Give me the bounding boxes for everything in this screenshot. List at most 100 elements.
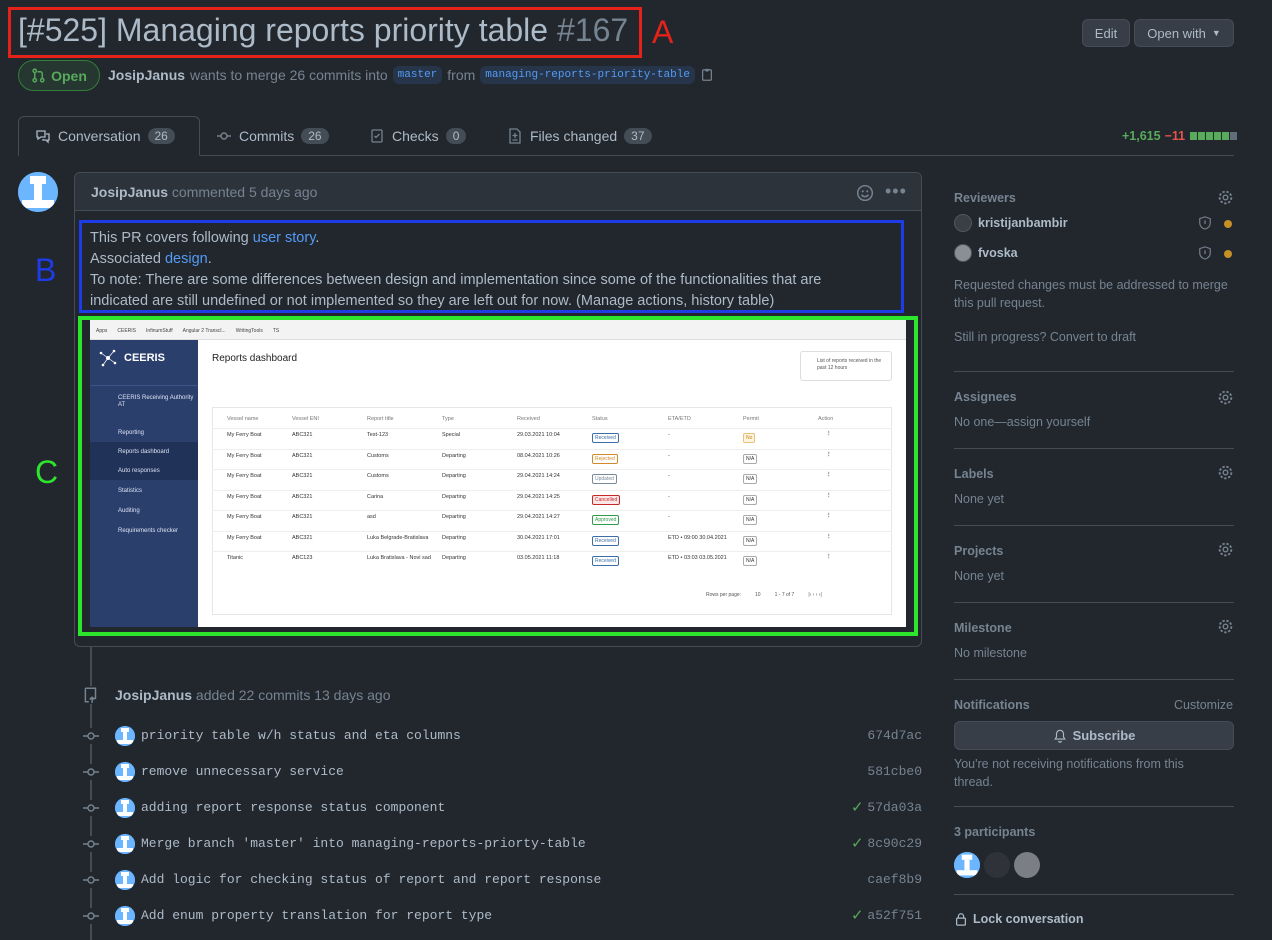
participant-avatar[interactable] [954, 852, 980, 878]
lock-conversation-label: Lock conversation [973, 912, 1084, 926]
tab-files-changed[interactable]: Files changed 37 [491, 116, 668, 156]
kebab-horizontal-icon[interactable]: ••• [885, 181, 907, 202]
user-story-link[interactable]: user story [253, 230, 316, 246]
pr-state-label: Open [51, 67, 87, 84]
commit-sha-link[interactable]: a52f751 [840, 908, 922, 923]
comment-discussion-icon [36, 130, 50, 144]
edit-button[interactable]: Edit [1082, 19, 1130, 47]
event-author[interactable]: JosipJanus [115, 687, 192, 703]
comment-line-2-text: Associated [90, 251, 165, 267]
copy-icon[interactable] [700, 68, 714, 82]
tab-conversation-count: 26 [147, 128, 175, 144]
shield-icon [1199, 246, 1211, 260]
commit-node-icon [83, 908, 99, 927]
commit-node-icon [83, 872, 99, 891]
lock-conversation-link[interactable]: Lock conversation [954, 912, 1083, 926]
smiley-icon[interactable] [856, 184, 874, 202]
commit-message-link[interactable]: remove unnecessary service [141, 764, 344, 779]
comment-timestamp[interactable]: commented 5 days ago [172, 184, 318, 200]
tab-commits-count: 26 [301, 128, 329, 144]
bell-icon [1053, 729, 1066, 743]
divider [954, 894, 1234, 895]
milestone-value: No milestone [954, 646, 1027, 660]
comment-author[interactable]: JosipJanus [91, 184, 168, 200]
repo-push-icon [83, 686, 100, 704]
reviewer-name[interactable]: fvoska [978, 246, 1018, 260]
design-link[interactable]: design [165, 251, 208, 267]
commit-sha-link[interactable]: 8c90c29 [840, 836, 922, 851]
open-with-button[interactable]: Open with ▼ [1134, 19, 1234, 47]
annotation-label-b: B [35, 252, 57, 288]
commit-sha-link[interactable]: caef8b9 [840, 872, 922, 887]
commit-sha-link[interactable]: 581cbe0 [840, 764, 922, 779]
participants-title: 3 participants [954, 825, 1036, 839]
gear-icon[interactable] [1217, 389, 1234, 406]
lock-icon [956, 913, 966, 926]
commit-node-icon [83, 836, 99, 855]
milestone-title[interactable]: Milestone [954, 621, 1012, 635]
tab-conversation-label: Conversation [58, 128, 141, 144]
convert-to-draft-link[interactable]: Still in progress? Convert to draft [954, 330, 1136, 344]
participant-avatar[interactable] [1014, 852, 1040, 878]
labels-title[interactable]: Labels [954, 467, 994, 481]
gear-icon[interactable] [1217, 541, 1234, 558]
identicon-icon [954, 852, 980, 878]
commit-node-icon [83, 764, 99, 783]
commit-author-avatar[interactable] [115, 762, 135, 782]
subscribe-button[interactable]: Subscribe [954, 721, 1234, 750]
divider [954, 525, 1234, 526]
reviewers-title[interactable]: Reviewers [954, 191, 1016, 205]
assignees-title[interactable]: Assignees [954, 390, 1017, 404]
commit-author-avatar[interactable] [115, 726, 135, 746]
reviewer-row[interactable]: fvoska [954, 244, 1018, 262]
annotation-box-c [78, 316, 918, 636]
assignees-value[interactable]: No one—assign yourself [954, 415, 1090, 429]
notifications-note: You're not receiving notifications from … [954, 757, 1184, 789]
commit-author-avatar[interactable] [115, 798, 135, 818]
divider [954, 371, 1234, 372]
gear-icon[interactable] [1217, 618, 1234, 635]
tab-commits[interactable]: Commits 26 [200, 116, 345, 156]
event-text: added 22 commits [195, 687, 311, 703]
gear-icon[interactable] [1217, 189, 1234, 206]
divider [954, 448, 1234, 449]
tab-conversation[interactable]: Conversation 26 [18, 116, 200, 156]
participant-avatar[interactable] [984, 852, 1010, 878]
commit-author-avatar[interactable] [115, 870, 135, 890]
comment-line-4: indicated are still undefined or not imp… [90, 293, 775, 309]
commit-sha-link[interactable]: 57da03a [840, 800, 922, 815]
commit-node-icon [83, 800, 99, 819]
commit-message-link[interactable]: Add enum property translation for report… [141, 908, 492, 923]
from-text: from [447, 67, 476, 83]
commit-message-link[interactable]: Add logic for checking status of report … [141, 872, 601, 887]
commit-message-link[interactable]: adding report response status component [141, 800, 445, 815]
projects-title[interactable]: Projects [954, 544, 1003, 558]
comment-author-line: JosipJanus commented 5 days ago [91, 184, 317, 200]
head-branch[interactable]: managing-reports-priority-table [480, 66, 695, 84]
comment-line-1: This PR covers following user story. [90, 230, 319, 246]
reviewers-note: Requested changes must be addressed to m… [954, 278, 1228, 310]
commit-message-link[interactable]: Merge branch 'master' into managing-repo… [141, 836, 586, 851]
base-branch[interactable]: master [392, 66, 443, 84]
commit-author-avatar[interactable] [115, 834, 135, 854]
merge-text: wants to merge 26 commits into [190, 67, 388, 83]
commit-message-link[interactable]: priority table w/h status and eta column… [141, 728, 461, 743]
pr-state-badge: Open [18, 60, 100, 91]
checklist-icon [371, 129, 383, 143]
avatar[interactable] [18, 172, 58, 212]
reviewer-avatar [954, 244, 972, 262]
commit-author-avatar[interactable] [115, 906, 135, 926]
tab-checks[interactable]: Checks 0 [353, 116, 482, 156]
commit-node-icon [83, 728, 99, 747]
gear-icon[interactable] [1217, 464, 1234, 481]
event-time[interactable]: 13 days ago [314, 687, 390, 703]
tab-checks-label: Checks [392, 128, 439, 144]
reviewer-name[interactable]: kristijanbambir [978, 216, 1068, 230]
commit-sha-link[interactable]: 674d7ac [840, 728, 922, 743]
reviewer-row[interactable]: kristijanbambir [954, 214, 1068, 232]
divider [954, 602, 1234, 603]
pr-author-link[interactable]: JosipJanus [108, 67, 185, 83]
annotation-label-a: A [652, 14, 674, 50]
customize-link[interactable]: Customize [1174, 698, 1233, 712]
comment-line-1-text: This PR covers following [90, 230, 253, 246]
